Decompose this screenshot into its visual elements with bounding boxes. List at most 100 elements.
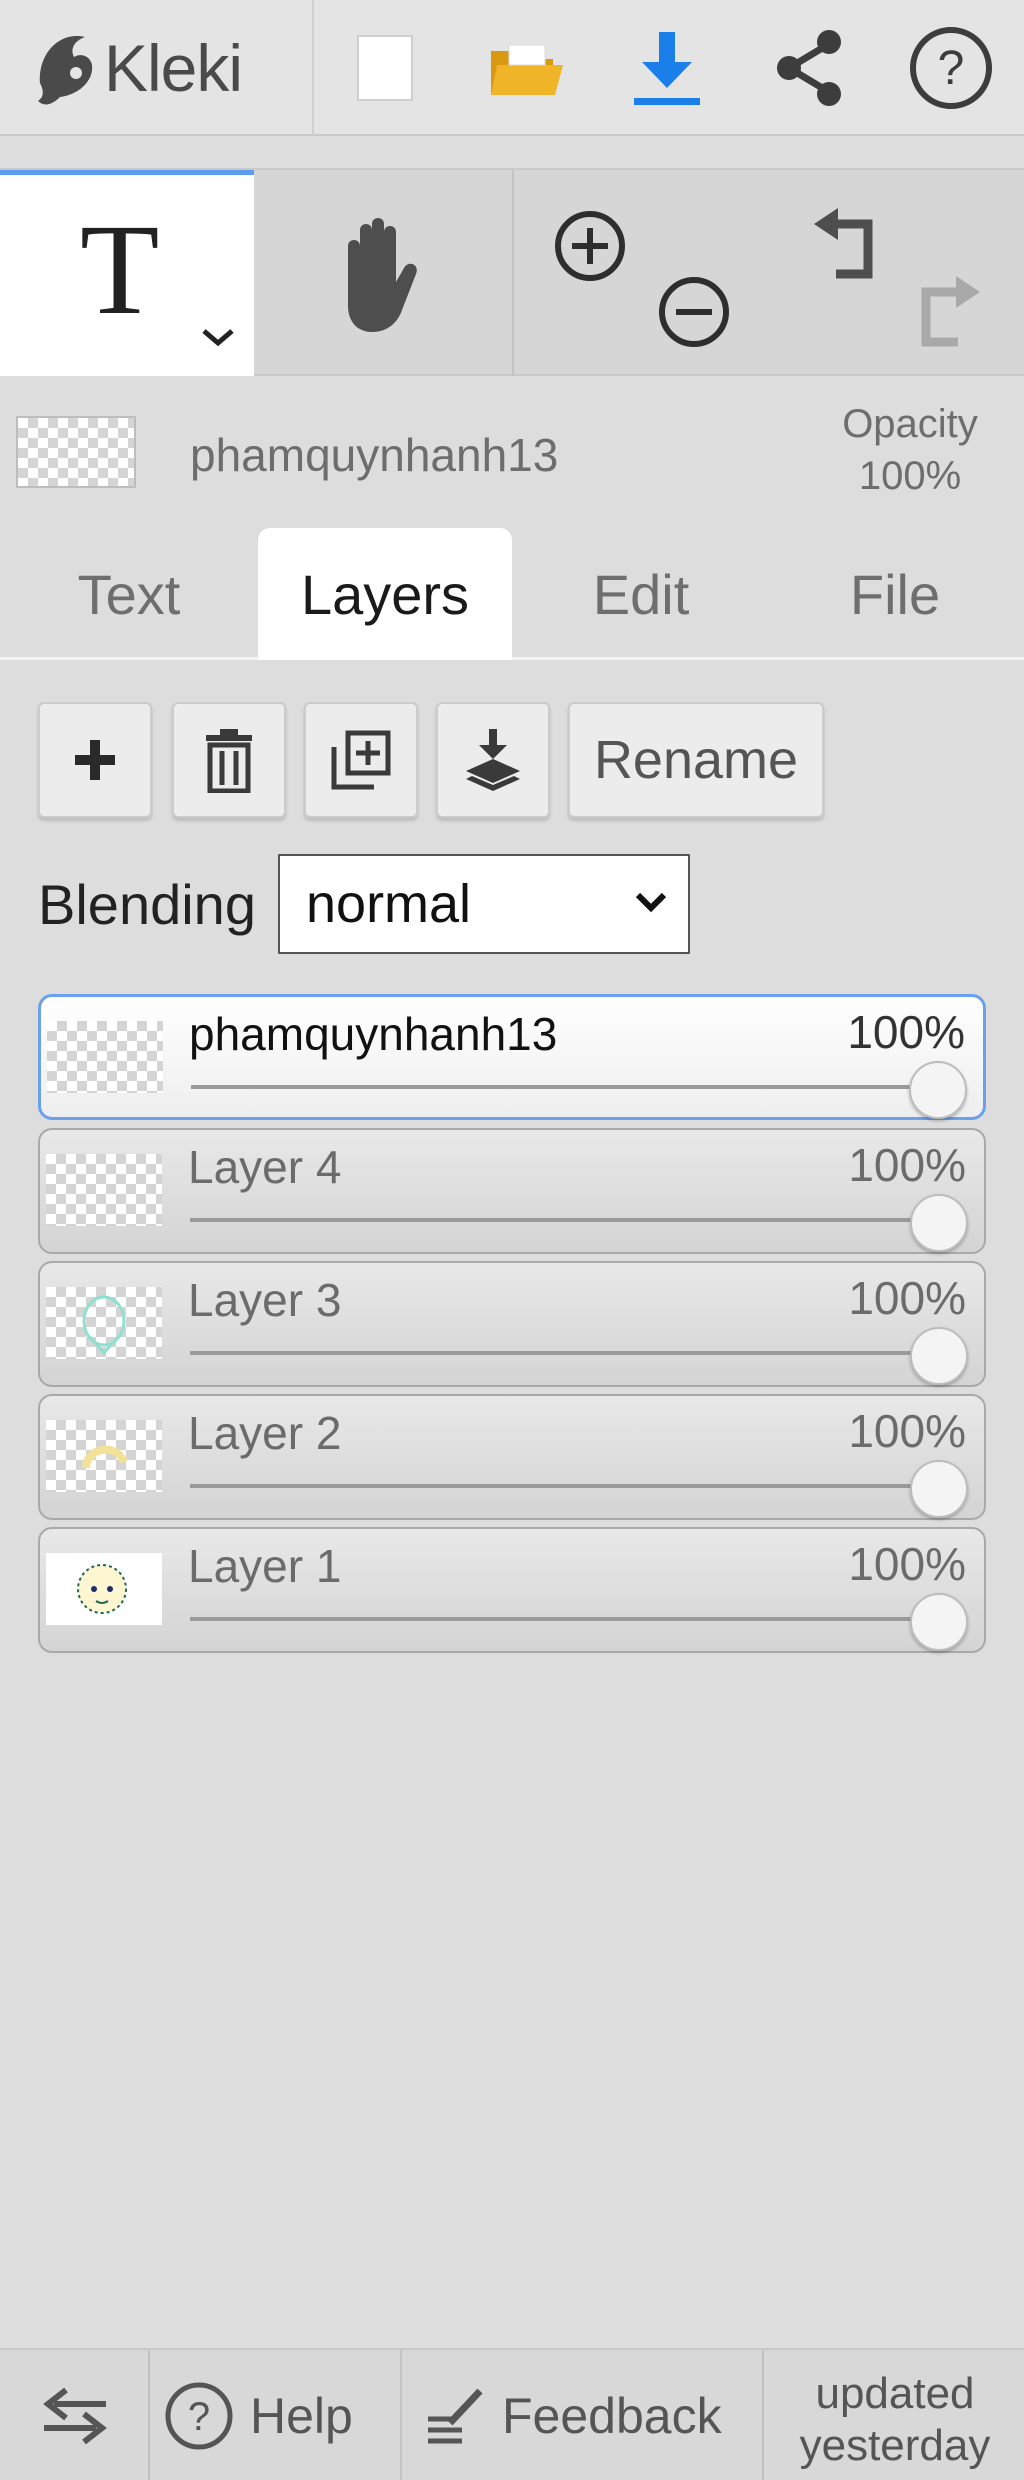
layer-name: Layer 4 xyxy=(188,1141,342,1193)
delete-layer-button[interactable] xyxy=(172,702,286,818)
footer-divider xyxy=(762,2350,764,2480)
layer-item-1[interactable]: Layer 1 100% xyxy=(38,1527,986,1653)
download-button[interactable] xyxy=(612,14,722,122)
help-label: Help xyxy=(250,2388,353,2444)
merge-down-button[interactable] xyxy=(436,702,550,818)
share-button[interactable] xyxy=(754,14,864,122)
layer-2-sketch xyxy=(82,1445,128,1469)
layer-thumbnail xyxy=(46,1553,162,1625)
rename-layer-button[interactable]: Rename xyxy=(568,702,824,818)
download-icon xyxy=(634,32,700,105)
footer-divider xyxy=(400,2350,402,2480)
footer-bar: ? Help Feedback updated yesterday xyxy=(0,2348,1024,2480)
duplicate-layer-button[interactable] xyxy=(304,702,418,818)
tab-file-label: File xyxy=(849,562,941,626)
layer-item-4[interactable]: Layer 4 100% xyxy=(38,1128,986,1254)
blending-select[interactable]: normal xyxy=(278,854,690,954)
swap-side-button[interactable] xyxy=(38,2350,112,2480)
layer-3-sketch xyxy=(82,1295,126,1356)
chevron-down-icon[interactable] xyxy=(200,325,236,349)
layer-opacity: 100% xyxy=(847,1006,965,1058)
opacity-slider-handle[interactable] xyxy=(910,1593,968,1651)
zoom-out-icon xyxy=(659,277,729,347)
plus-icon xyxy=(75,740,115,780)
layer-opacity: 100% xyxy=(848,1405,966,1457)
add-layer-button[interactable] xyxy=(38,702,152,818)
opacity-slider-handle[interactable] xyxy=(910,1327,968,1385)
help-button[interactable]: ? xyxy=(896,14,1006,122)
opacity-slider-track[interactable] xyxy=(191,1085,951,1089)
updated-line2: yesterday xyxy=(799,2421,991,2470)
tool-divider xyxy=(512,170,514,376)
layer-item-3[interactable]: Layer 3 100% xyxy=(38,1261,986,1387)
app-name: Kleki xyxy=(104,31,243,105)
new-file-icon xyxy=(357,35,413,101)
rename-label: Rename xyxy=(593,730,799,790)
updated-line1: updated xyxy=(815,2369,975,2418)
layer-1-sketch xyxy=(77,1564,127,1614)
opacity-slider-track[interactable] xyxy=(190,1484,950,1488)
chevron-down-icon xyxy=(635,892,667,913)
open-button[interactable] xyxy=(472,14,582,122)
layer-name: Layer 3 xyxy=(188,1274,342,1326)
share-icon xyxy=(777,30,841,106)
top-toolbar: Kleki ? xyxy=(0,0,1024,136)
help-footer-button[interactable]: ? Help xyxy=(162,2350,353,2480)
undo-button[interactable] xyxy=(808,206,888,291)
tab-edit[interactable]: Edit xyxy=(514,528,768,660)
feedback-pencil-icon xyxy=(428,2388,483,2444)
swap-arrows-icon xyxy=(43,2387,107,2445)
opacity-label: Opacity xyxy=(842,402,978,446)
hand-icon xyxy=(348,218,417,332)
trash-icon xyxy=(206,729,252,793)
opacity-slider-handle[interactable] xyxy=(910,1460,968,1518)
kleki-logo[interactable]: Kleki xyxy=(30,18,306,118)
help-icon: ? xyxy=(165,2382,233,2450)
current-layer-thumbnail xyxy=(16,416,136,488)
layer-opacity: 100% xyxy=(848,1272,966,1324)
redo-icon xyxy=(921,276,980,347)
text-tool-button[interactable]: T xyxy=(0,170,254,376)
svg-text:?: ? xyxy=(938,42,965,95)
opacity-slider-handle[interactable] xyxy=(910,1194,968,1252)
blending-label: Blending xyxy=(38,873,256,936)
tool-row: T xyxy=(0,168,1024,376)
tab-text-label: Text xyxy=(77,562,181,626)
tab-layers-label: Layers xyxy=(300,562,470,626)
new-image-button[interactable] xyxy=(330,14,440,122)
layer-thumbnail xyxy=(47,1021,163,1093)
zoom-in-button[interactable] xyxy=(550,206,630,291)
redo-button[interactable] xyxy=(906,274,986,359)
layer-item-phamquynhanh13[interactable]: phamquynhanh13 100% xyxy=(38,994,986,1120)
current-layer-info: phamquynhanh13 Opacity 100% xyxy=(0,378,1024,510)
opacity-slider-track[interactable] xyxy=(190,1617,950,1621)
merge-down-icon xyxy=(466,729,520,791)
zoom-out-button[interactable] xyxy=(654,272,734,357)
text-tool-icon: T xyxy=(80,198,160,342)
feedback-button[interactable]: Feedback xyxy=(424,2350,722,2480)
layer-thumbnail xyxy=(46,1287,162,1359)
duplicate-icon xyxy=(331,730,391,790)
blending-value: normal xyxy=(306,874,472,934)
layer-opacity: 100% xyxy=(848,1538,966,1590)
current-layer-opacity: Opacity 100% xyxy=(820,398,1000,502)
kleki-logo-icon xyxy=(38,36,93,105)
updated-status: updated yesterday xyxy=(770,2368,1020,2472)
layer-thumbnail xyxy=(46,1154,162,1226)
current-layer-name: phamquynhanh13 xyxy=(190,429,559,481)
layer-thumbnail xyxy=(46,1420,162,1492)
layer-name: phamquynhanh13 xyxy=(189,1008,558,1060)
tab-file[interactable]: File xyxy=(768,528,1022,660)
opacity-slider-track[interactable] xyxy=(190,1351,950,1355)
svg-text:?: ? xyxy=(188,2395,210,2439)
tab-text[interactable]: Text xyxy=(2,528,256,660)
layer-item-2[interactable]: Layer 2 100% xyxy=(38,1394,986,1520)
tab-layers[interactable]: Layers xyxy=(258,528,512,660)
opacity-slider-handle[interactable] xyxy=(909,1061,967,1119)
zoom-in-icon xyxy=(555,211,625,281)
layer-name: Layer 2 xyxy=(188,1407,342,1459)
opacity-slider-track[interactable] xyxy=(190,1218,950,1222)
hand-tool-button[interactable] xyxy=(300,200,460,350)
opacity-value: 100% xyxy=(858,454,962,498)
help-icon: ? xyxy=(910,27,992,109)
